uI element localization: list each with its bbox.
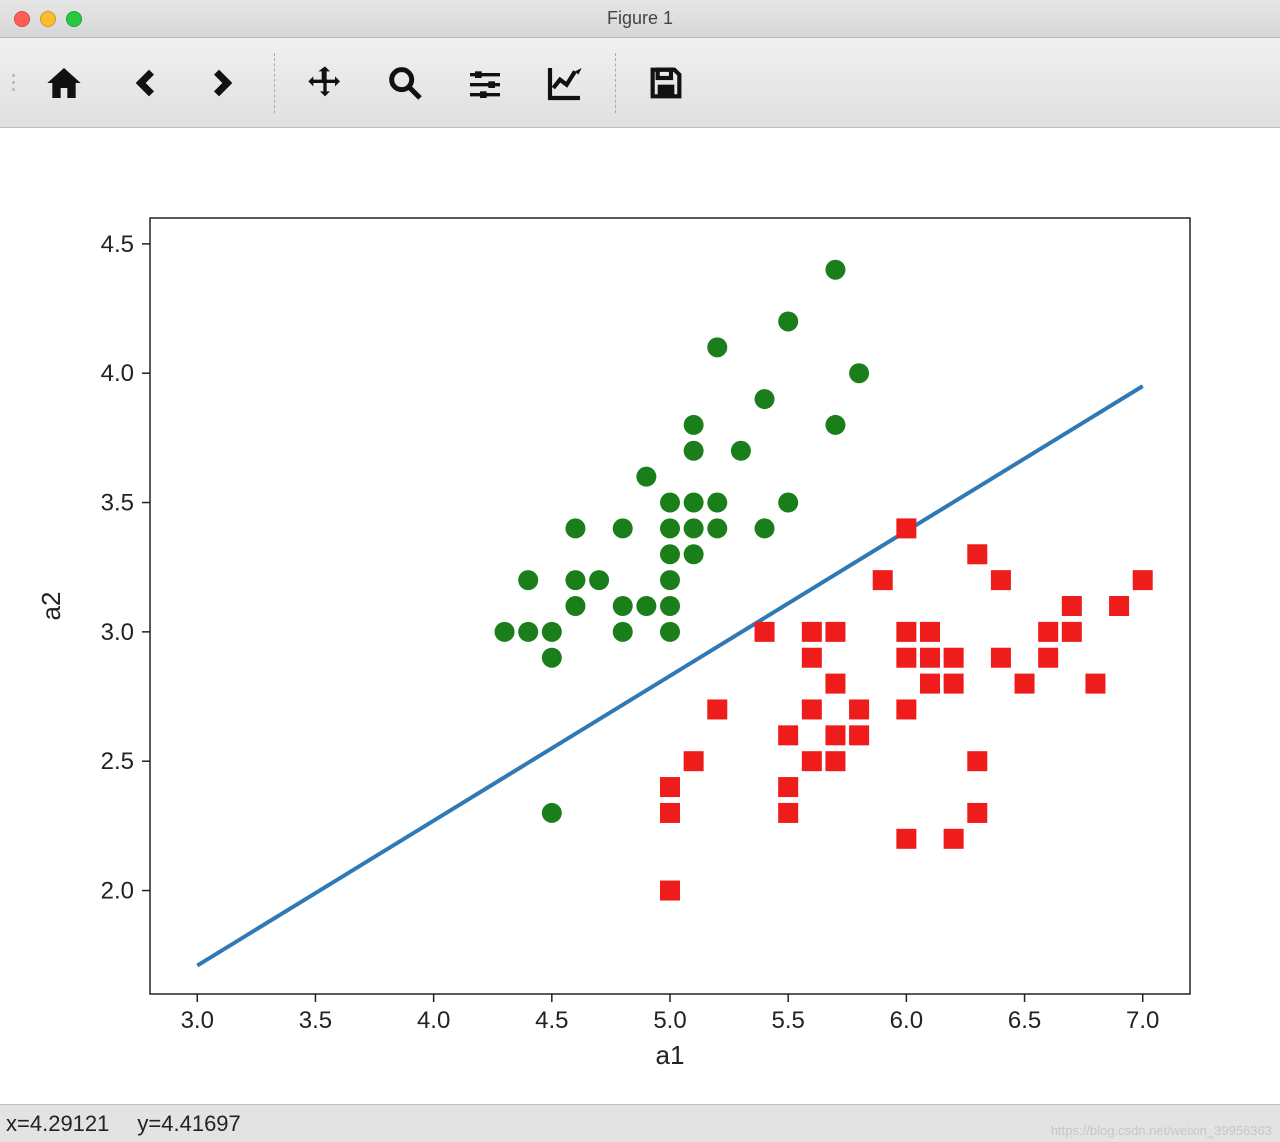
svg-text:a2: a2 xyxy=(36,592,66,621)
pan-button[interactable] xyxy=(285,48,365,118)
svg-text:4.0: 4.0 xyxy=(417,1007,450,1034)
svg-text:4.0: 4.0 xyxy=(101,360,134,387)
window-controls xyxy=(14,11,82,27)
zoom-icon xyxy=(385,63,425,103)
svg-text:3.0: 3.0 xyxy=(101,619,134,646)
home-icon xyxy=(44,63,84,103)
forward-button[interactable] xyxy=(184,48,264,118)
cursor-x: x=4.29121 xyxy=(6,1111,109,1137)
save-button[interactable] xyxy=(626,48,706,118)
svg-text:2.5: 2.5 xyxy=(101,748,134,775)
configure-button[interactable] xyxy=(445,48,525,118)
figure-canvas[interactable]: 3.0 3.5 4.0 4.5 5.0 5.5 6.0 6.5 7.0 2.0 2.5 3.0 3.5 4… xyxy=(0,128,1280,1104)
svg-text:6.0: 6.0 xyxy=(890,1007,923,1034)
svg-text:5.5: 5.5 xyxy=(771,1007,804,1034)
toolbar-grip xyxy=(8,74,18,91)
scatter-plot: 3.0 3.5 4.0 4.5 5.0 5.5 6.0 6.5 7.0 2.0 2.5 3.0 3.5 4… xyxy=(0,128,1280,1104)
sliders-icon xyxy=(465,63,505,103)
home-button[interactable] xyxy=(24,48,104,118)
svg-text:4.5: 4.5 xyxy=(101,231,134,258)
svg-text:3.5: 3.5 xyxy=(101,490,134,517)
svg-text:7.0: 7.0 xyxy=(1126,1007,1159,1034)
svg-text:3.0: 3.0 xyxy=(181,1007,214,1034)
window-title: Figure 1 xyxy=(0,8,1280,29)
chart-icon xyxy=(545,63,585,103)
svg-text:4.5: 4.5 xyxy=(535,1007,568,1034)
app-window: Figure 1 xyxy=(0,0,1280,1142)
svg-text:2.0: 2.0 xyxy=(101,878,134,905)
back-icon xyxy=(124,63,164,103)
svg-text:6.5: 6.5 xyxy=(1008,1007,1041,1034)
minimize-icon[interactable] xyxy=(40,11,56,27)
svg-text:a1: a1 xyxy=(656,1040,685,1070)
forward-icon xyxy=(204,63,244,103)
toolbar xyxy=(0,38,1280,128)
zoom-button[interactable] xyxy=(365,48,445,118)
close-icon[interactable] xyxy=(14,11,30,27)
axes-button[interactable] xyxy=(525,48,605,118)
save-icon xyxy=(646,63,686,103)
titlebar: Figure 1 xyxy=(0,0,1280,38)
status-bar: x=4.29121 y=4.41697 xyxy=(0,1104,1280,1142)
back-button[interactable] xyxy=(104,48,184,118)
cursor-y: y=4.41697 xyxy=(137,1111,240,1137)
move-icon xyxy=(305,63,345,103)
svg-text:5.0: 5.0 xyxy=(653,1007,686,1034)
toolbar-separator xyxy=(274,53,275,113)
toolbar-separator xyxy=(615,53,616,113)
svg-text:3.5: 3.5 xyxy=(299,1007,332,1034)
fullscreen-icon[interactable] xyxy=(66,11,82,27)
